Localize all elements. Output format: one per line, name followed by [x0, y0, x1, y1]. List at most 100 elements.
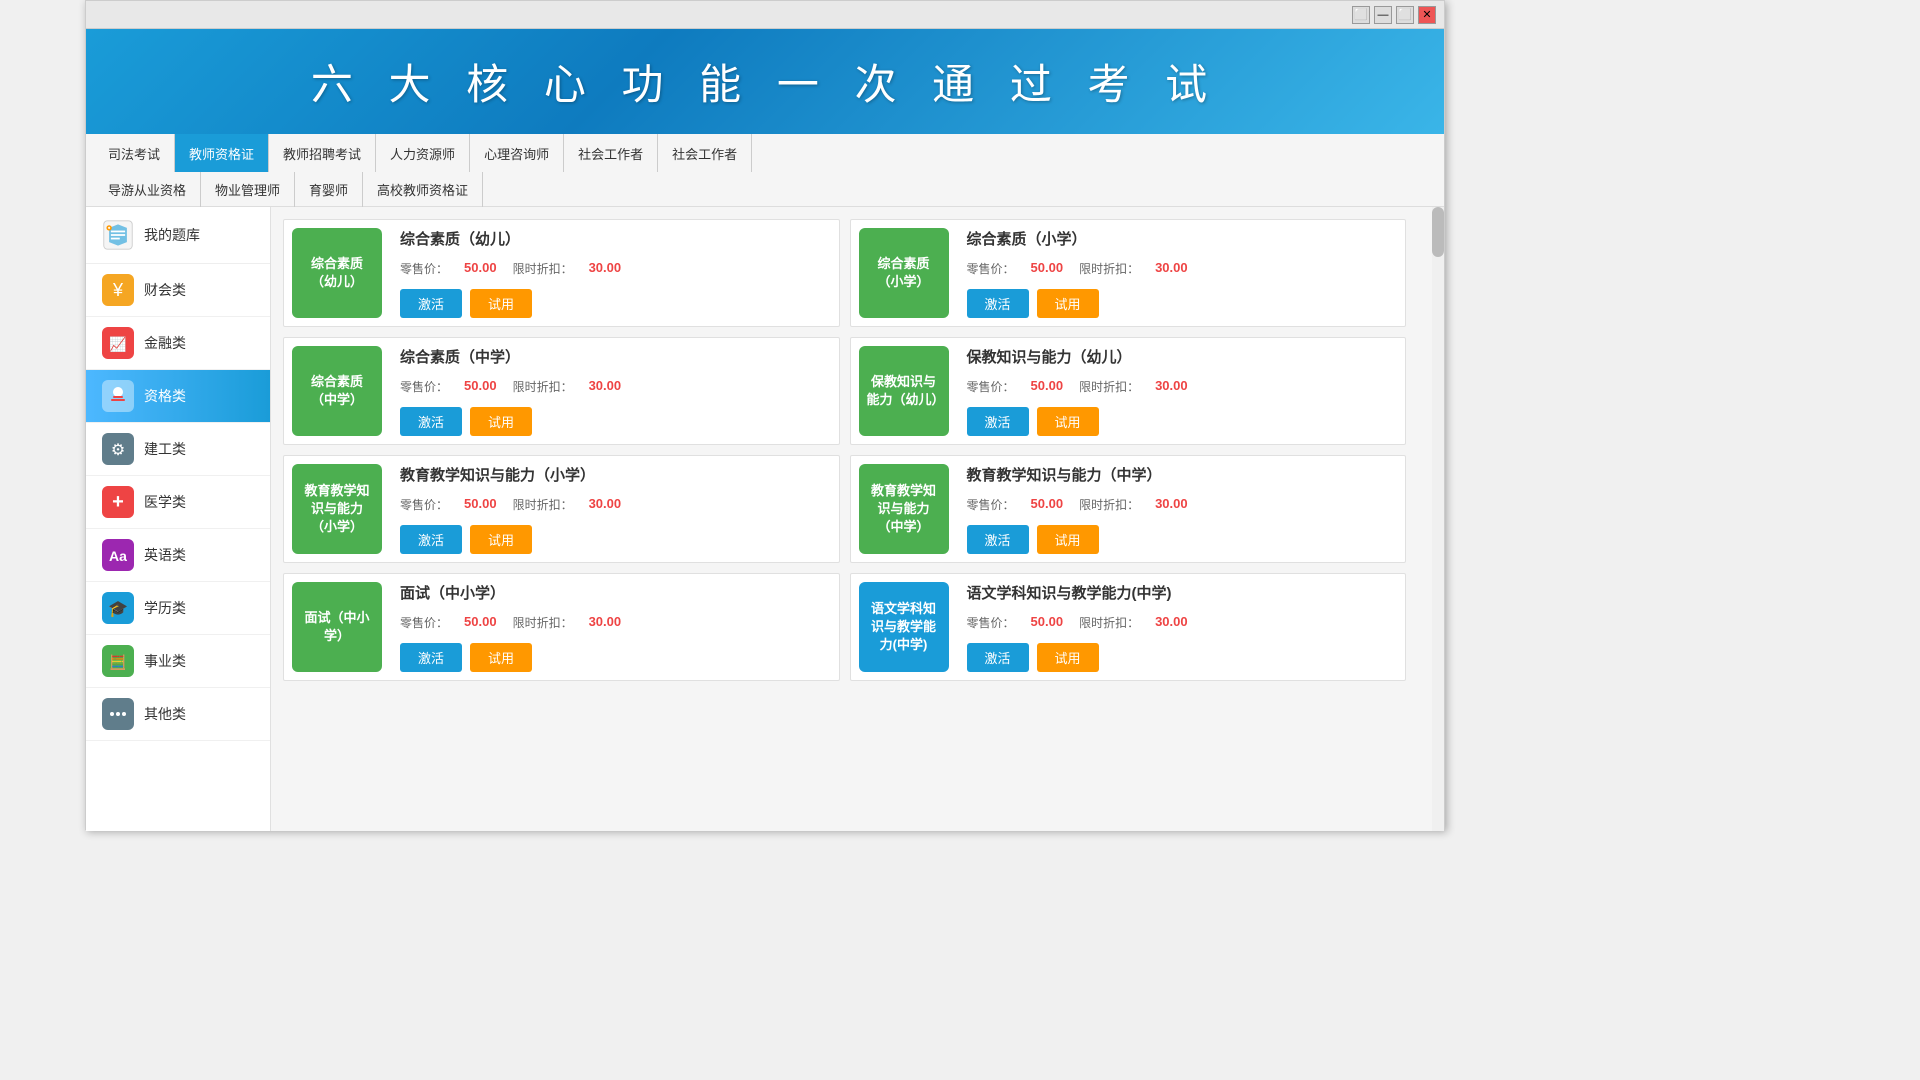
- retail-value-p1: 50.00: [464, 260, 497, 277]
- nav-sifa[interactable]: 司法考试: [94, 134, 175, 172]
- retail-value-p2: 50.00: [1031, 260, 1064, 277]
- product-buttons-p1: 激活 试用: [400, 289, 829, 318]
- discount-value-p3: 30.00: [589, 378, 622, 395]
- retail-label-p1: 零售价：: [400, 260, 448, 277]
- sidebar-item-jr-label: 金融类: [144, 333, 186, 353]
- activate-button-p8[interactable]: 激活: [967, 643, 1029, 672]
- product-info-p1: 综合素质（幼儿） 零售价： 50.00 限时折扣： 30.00 激活 试用: [390, 220, 839, 326]
- product-price-p1: 零售价： 50.00 限时折扣： 30.00: [400, 260, 829, 277]
- product-name-p7: 面试（中小学）: [400, 582, 829, 603]
- sidebar-item-zg[interactable]: 资格类: [86, 370, 270, 423]
- sidebar-item-sy[interactable]: 🧮 事业类: [86, 635, 270, 688]
- product-badge-p4: 保教知识与能力（幼儿）: [859, 346, 949, 436]
- nav-gxjs[interactable]: 高校教师资格证: [363, 172, 483, 207]
- sidebar-item-xl-label: 学历类: [144, 598, 186, 618]
- discount-label-p4: 限时折扣：: [1079, 378, 1139, 395]
- sidebar-header-title: 我的题库: [144, 225, 200, 245]
- maximize-button[interactable]: ⬜: [1396, 6, 1414, 24]
- activate-button-p1[interactable]: 激活: [400, 289, 462, 318]
- jg-icon: ⚙: [102, 433, 134, 465]
- trial-button-p1[interactable]: 试用: [470, 289, 532, 318]
- trial-button-p3[interactable]: 试用: [470, 407, 532, 436]
- product-card-p8: 语文学科知识与教学能力(中学) 语文学科知识与教学能力(中学) 零售价： 50.…: [850, 573, 1407, 681]
- product-price-p5: 零售价： 50.00 限时折扣： 30.00: [400, 496, 829, 513]
- nav-shgz2[interactable]: 社会工作者: [658, 134, 752, 172]
- product-buttons-p4: 激活 试用: [967, 407, 1396, 436]
- sidebar-item-yx-label: 医学类: [144, 492, 186, 512]
- sidebar-item-cj[interactable]: ¥ 财会类: [86, 264, 270, 317]
- product-buttons-p6: 激活 试用: [967, 525, 1396, 554]
- sidebar-item-yy[interactable]: Aa 英语类: [86, 529, 270, 582]
- close-button[interactable]: ✕: [1418, 6, 1436, 24]
- qt-icon: [102, 698, 134, 730]
- activate-button-p2[interactable]: 激活: [967, 289, 1029, 318]
- product-name-p6: 教育教学知识与能力（中学）: [967, 464, 1396, 485]
- svg-text:🧮: 🧮: [109, 654, 126, 671]
- activate-button-p3[interactable]: 激活: [400, 407, 462, 436]
- main-window: ⬜ — ⬜ ✕ 六 大 核 心 功 能 一 次 通 过 考 试 司法考试 教师资…: [85, 0, 1445, 830]
- discount-value-p8: 30.00: [1155, 614, 1188, 631]
- sidebar-item-xl[interactable]: 🎓 学历类: [86, 582, 270, 635]
- trial-button-p5[interactable]: 试用: [470, 525, 532, 554]
- nav-xlzx[interactable]: 心理咨询师: [470, 134, 564, 172]
- sidebar-item-jg[interactable]: ⚙ 建工类: [86, 423, 270, 476]
- nav-shgz1[interactable]: 社会工作者: [564, 134, 658, 172]
- product-card-p3: 综合素质（中学） 综合素质（中学） 零售价： 50.00 限时折扣： 30.00…: [283, 337, 840, 445]
- activate-button-p4[interactable]: 激活: [967, 407, 1029, 436]
- svg-text:📈: 📈: [109, 336, 126, 353]
- discount-value-p4: 30.00: [1155, 378, 1188, 395]
- retail-label-p8: 零售价：: [967, 614, 1015, 631]
- scrollbar-thumb[interactable]: [1432, 207, 1444, 257]
- trial-button-p2[interactable]: 试用: [1037, 289, 1099, 318]
- discount-value-p1: 30.00: [589, 260, 622, 277]
- trial-button-p8[interactable]: 试用: [1037, 643, 1099, 672]
- trial-button-p6[interactable]: 试用: [1037, 525, 1099, 554]
- nav-jszy[interactable]: 教师资格证: [175, 134, 269, 172]
- restore-button[interactable]: ⬜: [1352, 6, 1370, 24]
- nav-wygl[interactable]: 物业管理师: [201, 172, 295, 207]
- trial-button-p7[interactable]: 试用: [470, 643, 532, 672]
- cj-icon: ¥: [102, 274, 134, 306]
- sidebar-item-jr[interactable]: 📈 金融类: [86, 317, 270, 370]
- trial-button-p4[interactable]: 试用: [1037, 407, 1099, 436]
- sidebar-item-sy-label: 事业类: [144, 651, 186, 671]
- product-info-p8: 语文学科知识与教学能力(中学) 零售价： 50.00 限时折扣： 30.00 激…: [957, 574, 1406, 680]
- retail-value-p7: 50.00: [464, 614, 497, 631]
- xl-icon: 🎓: [102, 592, 134, 624]
- yx-icon: +: [102, 486, 134, 518]
- retail-label-p2: 零售价：: [967, 260, 1015, 277]
- discount-value-p7: 30.00: [589, 614, 622, 631]
- nav-dyzy[interactable]: 导游从业资格: [94, 172, 201, 207]
- activate-button-p5[interactable]: 激活: [400, 525, 462, 554]
- main-layout: 我的题库 ¥ 财会类 📈 金融类 资格类: [86, 207, 1444, 831]
- retail-value-p8: 50.00: [1031, 614, 1064, 631]
- svg-text:¥: ¥: [112, 280, 124, 300]
- sidebar-header: 我的题库: [86, 207, 270, 264]
- retail-value-p4: 50.00: [1031, 378, 1064, 395]
- product-price-p8: 零售价： 50.00 限时折扣： 30.00: [967, 614, 1396, 631]
- scrollbar-track[interactable]: [1432, 207, 1444, 831]
- product-price-p3: 零售价： 50.00 限时折扣： 30.00: [400, 378, 829, 395]
- nav-rlzy[interactable]: 人力资源师: [376, 134, 470, 172]
- svg-text:⚙: ⚙: [111, 442, 125, 459]
- svg-text:+: +: [112, 491, 124, 513]
- nav-ys[interactable]: 育婴师: [295, 172, 363, 207]
- sidebar-item-jg-label: 建工类: [144, 439, 186, 459]
- activate-button-p6[interactable]: 激活: [967, 525, 1029, 554]
- retail-value-p3: 50.00: [464, 378, 497, 395]
- sidebar-item-yy-label: 英语类: [144, 545, 186, 565]
- nav-jszp[interactable]: 教师招聘考试: [269, 134, 376, 172]
- product-price-p4: 零售价： 50.00 限时折扣： 30.00: [967, 378, 1396, 395]
- product-buttons-p2: 激活 试用: [967, 289, 1396, 318]
- product-buttons-p5: 激活 试用: [400, 525, 829, 554]
- discount-label-p5: 限时折扣：: [513, 496, 573, 513]
- product-info-p3: 综合素质（中学） 零售价： 50.00 限时折扣： 30.00 激活 试用: [390, 338, 839, 444]
- product-name-p8: 语文学科知识与教学能力(中学): [967, 582, 1396, 603]
- activate-button-p7[interactable]: 激活: [400, 643, 462, 672]
- product-badge-p8: 语文学科知识与教学能力(中学): [859, 582, 949, 672]
- discount-value-p2: 30.00: [1155, 260, 1188, 277]
- discount-value-p6: 30.00: [1155, 496, 1188, 513]
- sidebar-item-qt[interactable]: 其他类: [86, 688, 270, 741]
- sidebar-item-yx[interactable]: + 医学类: [86, 476, 270, 529]
- minimize-button[interactable]: —: [1374, 6, 1392, 24]
